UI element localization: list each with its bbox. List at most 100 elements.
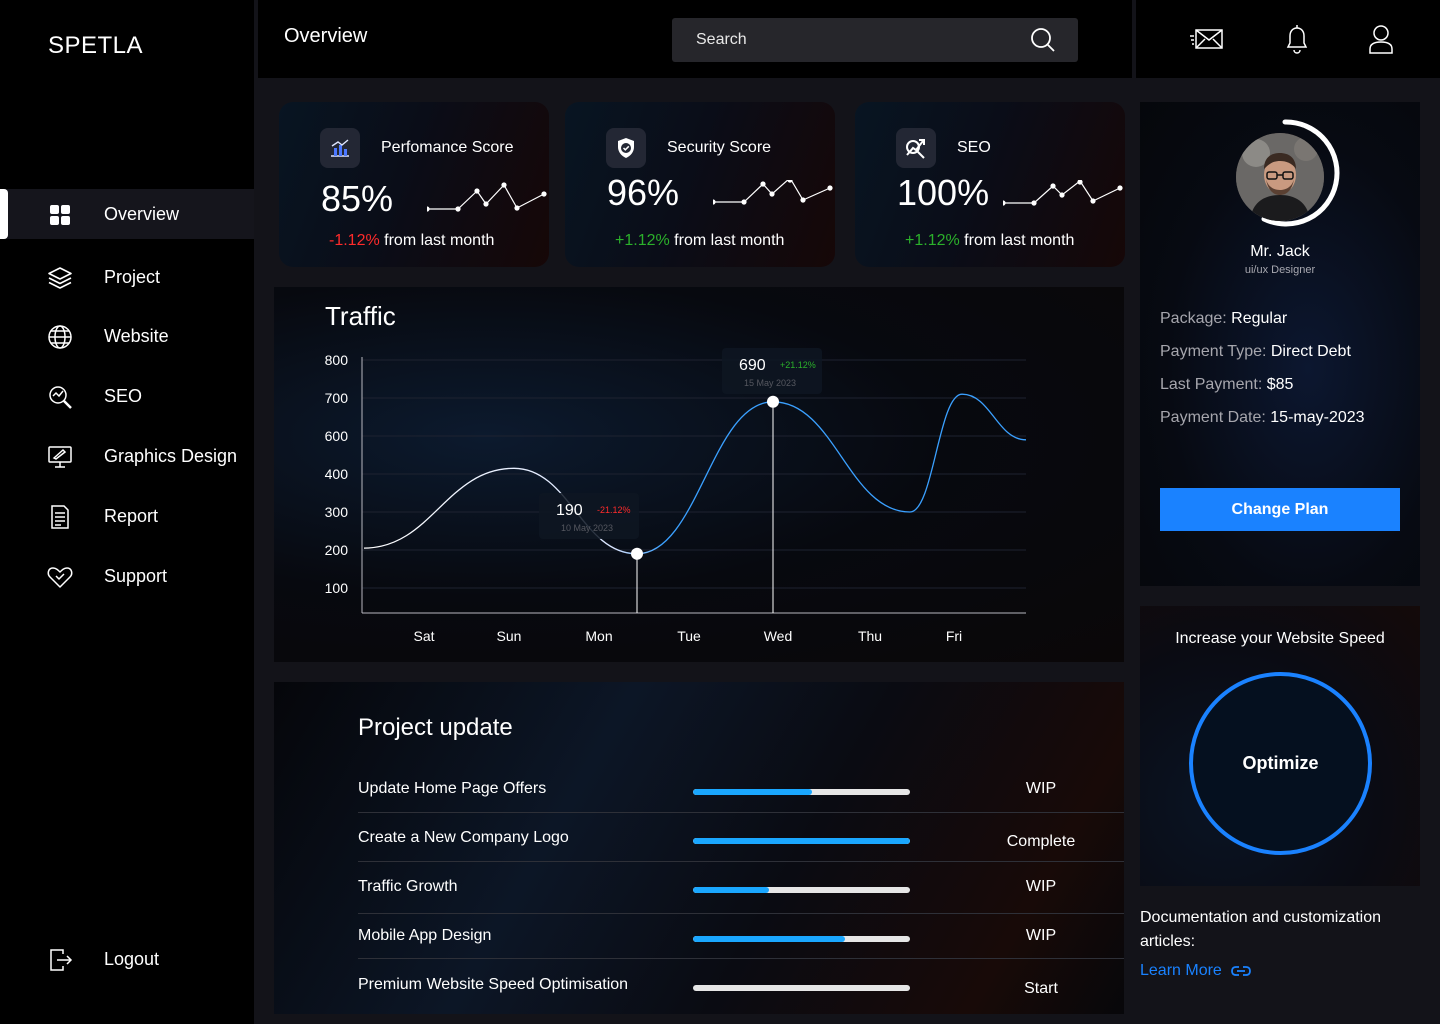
change-suffix: from last month: [669, 232, 785, 249]
project-progress-bar: [693, 936, 910, 942]
sidebar-item-support[interactable]: Support: [0, 551, 254, 601]
info-value: 15-may-2023: [1270, 409, 1365, 426]
user-icon[interactable]: [1364, 22, 1398, 56]
y-tick-label: 200: [325, 542, 349, 558]
project-progress-bar: [693, 838, 910, 844]
top-bar-actions: [1136, 0, 1440, 78]
learn-more-label: Learn More: [1140, 962, 1222, 979]
sidebar-item-project[interactable]: Project: [0, 252, 254, 302]
avatar[interactable]: [1236, 133, 1324, 221]
logout-button[interactable]: Logout: [0, 934, 254, 984]
x-tick-label: Wed: [764, 628, 793, 644]
sidebar-item-label: Support: [104, 565, 168, 586]
y-tick-label: 800: [325, 352, 349, 368]
x-tick-label: Thu: [858, 628, 882, 644]
info-value: Direct Debt: [1270, 343, 1351, 360]
search-icon[interactable]: [1030, 27, 1056, 53]
x-tick-label: Tue: [677, 628, 701, 644]
sidebar-item-website[interactable]: Website: [0, 311, 254, 361]
tooltip-date: 10 May 2023: [561, 523, 613, 533]
tooltip-value: 690: [739, 357, 766, 374]
project-progress-bar: [693, 985, 910, 991]
project-update-panel: Project update Update Home Page Offers WI…: [274, 682, 1124, 1014]
performance-chart-icon: [320, 128, 360, 168]
page-title: Overview: [284, 25, 368, 47]
last-payment-info: Last Payment: $85: [1160, 376, 1293, 394]
x-tick-label: Sat: [413, 628, 434, 644]
project-progress-fill: [693, 838, 910, 844]
brand-logo: SPETLA: [48, 32, 144, 59]
layers-icon: [48, 267, 72, 289]
project-progress-fill: [693, 887, 769, 893]
change-suffix: from last month: [959, 232, 1075, 249]
project-status: Complete: [1006, 833, 1076, 850]
card-title: Security Score: [667, 139, 772, 156]
info-label: Package:: [1160, 310, 1232, 327]
payment-type-info: Payment Type: Direct Debt: [1160, 343, 1351, 361]
project-progress-bar: [693, 789, 910, 795]
search-box: [672, 18, 1078, 62]
search-input[interactable]: [672, 18, 1078, 62]
card-value: 85%: [321, 178, 394, 219]
project-name: Traffic Growth: [358, 878, 458, 895]
project-status: Start: [1024, 980, 1058, 997]
y-tick-label: 600: [325, 428, 349, 444]
info-label: Payment Date:: [1160, 409, 1271, 426]
security-score-card: Security Score 96% +1.12% from last mont…: [565, 102, 835, 267]
top-bar: Overview: [258, 0, 1132, 78]
seo-search-icon: [49, 386, 72, 409]
card-value: 100%: [897, 172, 990, 213]
sparkline: [713, 180, 833, 205]
project-name: Mobile App Design: [358, 927, 492, 944]
mail-icon[interactable]: [1190, 22, 1224, 56]
grid-icon: [50, 205, 70, 225]
card-title: SEO: [957, 139, 991, 156]
project-status: WIP: [1025, 927, 1057, 944]
y-tick-label: 700: [325, 390, 349, 406]
project-row[interactable]: Premium Website Speed Optimisation Start: [358, 966, 1124, 1015]
sidebar-item-label: Report: [104, 505, 159, 526]
sidebar-item-label: Project: [104, 266, 161, 287]
learn-more-link[interactable]: Learn More: [1140, 962, 1252, 980]
document-icon: [51, 505, 69, 529]
sparkline: [1003, 180, 1123, 206]
sidebar-item-seo[interactable]: SEO: [0, 371, 254, 421]
info-label: Payment Type:: [1160, 343, 1271, 360]
sidebar-item-label: SEO: [104, 385, 143, 406]
tooltip-value: 190: [556, 502, 583, 519]
dashboard-app: SPETLA Overview Project Website SEO Grap…: [0, 0, 1440, 1024]
card-change-line: +1.12% from last month: [615, 232, 784, 250]
sidebar-item-label: Overview: [104, 203, 180, 224]
x-tick-label: Fri: [946, 628, 962, 644]
logout-icon: [50, 949, 73, 971]
project-row[interactable]: Traffic Growth WIP: [358, 868, 1124, 917]
info-value: Regular: [1231, 310, 1288, 327]
row-divider: [358, 958, 1124, 959]
sidebar-item-overview[interactable]: Overview: [0, 189, 254, 239]
profile-panel: Mr. Jack ui/ux Designer Package: Regular…: [1140, 102, 1420, 586]
profile-role: ui/ux Designer: [1244, 264, 1316, 276]
card-value: 96%: [607, 172, 680, 213]
bell-icon[interactable]: [1280, 22, 1314, 56]
link-icon: [1230, 966, 1251, 976]
project-name: Premium Website Speed Optimisation: [358, 976, 629, 993]
tooltip-change: +21.12%: [780, 360, 816, 370]
highlight-point: [631, 547, 643, 560]
change-suffix: from last month: [379, 232, 495, 249]
y-tick-label: 400: [325, 466, 349, 482]
sidebar-item-graphics-design[interactable]: Graphics Design: [0, 431, 254, 481]
seo-score-card: SEO 100% +1.12% from last month: [855, 102, 1125, 267]
row-divider: [358, 861, 1124, 862]
change-plan-button[interactable]: Change Plan: [1160, 488, 1400, 531]
docs-text: Documentation and customization articles…: [1140, 909, 1382, 950]
optimize-button[interactable]: Optimize: [1189, 672, 1372, 855]
project-status: WIP: [1025, 780, 1057, 797]
tooltip-date: 15 May 2023: [744, 378, 796, 388]
project-name: Create a New Company Logo: [358, 829, 569, 846]
card-change-line: +1.12% from last month: [905, 232, 1074, 250]
row-divider: [358, 913, 1124, 914]
x-tick-label: Sun: [497, 628, 522, 644]
x-tick-label: Mon: [585, 628, 612, 644]
traffic-chart: 800 700 600 400 300 200 100 Sat Sun Mon Tue Wed Thu F…: [325, 348, 1027, 644]
sidebar-item-report[interactable]: Report: [0, 491, 254, 541]
